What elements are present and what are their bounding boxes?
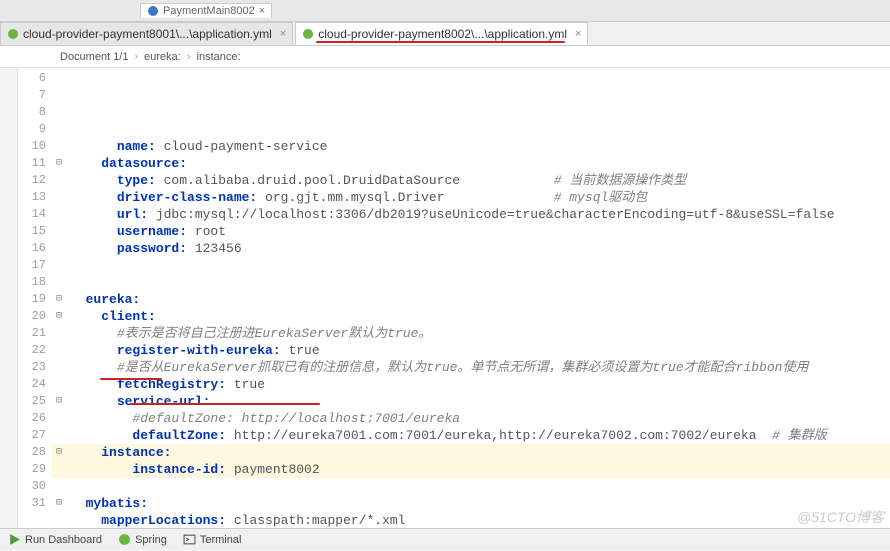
line-number: 7 <box>18 87 46 104</box>
annotation-underline <box>316 41 565 43</box>
code-line: mapperLocations: classpath:mapper/*.xml <box>52 512 890 528</box>
line-number: 6 <box>18 70 46 87</box>
code-area[interactable]: name: cloud-payment-service⊟ datasource:… <box>52 68 890 528</box>
close-icon[interactable]: × <box>575 28 581 40</box>
tab-label: cloud-provider-payment8002\...\applicati… <box>318 27 567 41</box>
class-icon <box>147 5 159 17</box>
line-number: 18 <box>18 274 46 291</box>
line-number: 28 <box>18 444 46 461</box>
line-number: 23 <box>18 359 46 376</box>
code-line: username: root <box>52 223 890 240</box>
line-number: 29 <box>18 461 46 478</box>
line-number: 9 <box>18 121 46 138</box>
line-number: 21 <box>18 325 46 342</box>
terminal-icon <box>183 533 196 546</box>
close-icon[interactable]: × <box>280 28 286 40</box>
line-number: 19 <box>18 291 46 308</box>
spring-leaf-icon <box>7 28 19 40</box>
code-line <box>52 478 890 495</box>
line-number: 13 <box>18 189 46 206</box>
code-line: password: 123456 <box>52 240 890 257</box>
tool-label: Terminal <box>200 534 242 546</box>
code-line: register-with-eureka: true <box>52 342 890 359</box>
annotation-underline <box>100 378 162 380</box>
chevron-right-icon: › <box>187 51 191 63</box>
breadcrumb-doc: Document 1/1 <box>60 51 128 63</box>
code-line: defaultZone: http://eureka7001.com:7001/… <box>52 427 890 444</box>
line-number: 14 <box>18 206 46 223</box>
code-line: url: jdbc:mysql://localhost:3306/db2019?… <box>52 206 890 223</box>
tool-terminal[interactable]: Terminal <box>183 533 242 546</box>
line-number: 27 <box>18 427 46 444</box>
line-number: 26 <box>18 410 46 427</box>
editor-left-strip <box>0 68 18 528</box>
line-number: 15 <box>18 223 46 240</box>
line-number: 17 <box>18 257 46 274</box>
code-line: driver-class-name: org.gjt.mm.mysql.Driv… <box>52 189 890 206</box>
code-line: ⊟ datasource: <box>52 155 890 172</box>
breadcrumb: Document 1/1 › eureka: › instance: <box>0 46 890 68</box>
breadcrumb-item[interactable]: eureka: <box>144 51 181 63</box>
tool-label: Spring <box>135 534 167 546</box>
code-line: ⊟ service-url: <box>52 393 890 410</box>
tool-spring[interactable]: Spring <box>118 533 167 546</box>
tab-app-yml-8002[interactable]: cloud-provider-payment8002\...\applicati… <box>295 22 588 45</box>
mini-tab[interactable]: PaymentMain8002 × <box>140 3 272 18</box>
line-number: 12 <box>18 172 46 189</box>
code-editor[interactable]: 6789101112131415161718192021222324252627… <box>0 68 890 528</box>
annotation-underline <box>130 403 320 405</box>
line-number: 11 <box>18 155 46 172</box>
play-icon <box>8 533 21 546</box>
code-line: #是否从EurekaServer抓取已有的注册信息，默认为true。单节点无所谓… <box>52 359 890 376</box>
mini-tab-label: PaymentMain8002 <box>163 5 255 17</box>
tab-app-yml-8001[interactable]: cloud-provider-payment8001\...\applicati… <box>0 22 293 45</box>
line-number: 31 <box>18 495 46 512</box>
mini-topbar: PaymentMain8002 × <box>0 0 890 22</box>
tool-label: Run Dashboard <box>25 534 102 546</box>
editor-tabs: cloud-provider-payment8001\...\applicati… <box>0 22 890 46</box>
code-line: type: com.alibaba.druid.pool.DruidDataSo… <box>52 172 890 189</box>
code-line: #表示是否将自己注册进EurekaServer默认为true。 <box>52 325 890 342</box>
line-number: 25 <box>18 393 46 410</box>
spring-leaf-icon <box>118 533 131 546</box>
code-line <box>52 257 890 274</box>
code-line: ⊟ mybatis: <box>52 495 890 512</box>
line-gutter: 6789101112131415161718192021222324252627… <box>18 68 52 528</box>
tab-label: cloud-provider-payment8001\...\applicati… <box>23 27 272 41</box>
code-line: ⊟ eureka: <box>52 291 890 308</box>
watermark: @51CTO博客 <box>797 507 884 527</box>
line-number: 20 <box>18 308 46 325</box>
close-icon[interactable]: × <box>259 5 265 17</box>
line-number: 16 <box>18 240 46 257</box>
tool-window-bar: Run Dashboard Spring Terminal <box>0 528 890 550</box>
code-line: ⊟ client: <box>52 308 890 325</box>
breadcrumb-item[interactable]: instance: <box>197 51 241 63</box>
code-line: fetchRegistry: true <box>52 376 890 393</box>
line-number: 30 <box>18 478 46 495</box>
line-number: 24 <box>18 376 46 393</box>
tool-run-dashboard[interactable]: Run Dashboard <box>8 533 102 546</box>
code-line <box>52 274 890 291</box>
code-line: ⊟ instance: <box>52 444 890 461</box>
line-number: 22 <box>18 342 46 359</box>
chevron-right-icon: › <box>134 51 138 63</box>
code-line: #defaultZone: http://localhost:7001/eure… <box>52 410 890 427</box>
code-line: instance-id: payment8002 <box>52 461 890 478</box>
code-line: name: cloud-payment-service <box>52 138 890 155</box>
line-number: 8 <box>18 104 46 121</box>
spring-leaf-icon <box>302 28 314 40</box>
line-number: 10 <box>18 138 46 155</box>
